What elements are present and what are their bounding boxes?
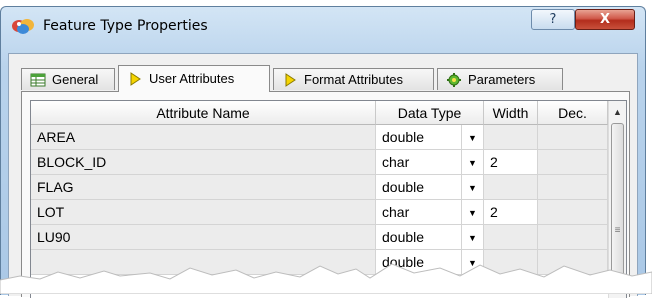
column-header-data-type[interactable]: Data Type bbox=[376, 101, 484, 125]
data-type-cell[interactable]: double bbox=[376, 175, 462, 200]
help-button[interactable]: ? bbox=[531, 9, 575, 30]
dialog-window: Feature Type Properties ? X General User bbox=[0, 6, 646, 298]
table-row[interactable]: LU90 double ▼ bbox=[31, 225, 608, 250]
attribute-name-cell[interactable]: BLOCK_ID bbox=[31, 150, 376, 175]
tab-parameters-label: Parameters bbox=[468, 72, 536, 87]
tab-parameters[interactable]: Parameters bbox=[437, 68, 563, 90]
tab-format-attributes[interactable]: Format Attributes bbox=[273, 68, 434, 90]
table-row[interactable]: LOT char ▼ 2 bbox=[31, 200, 608, 225]
column-header-dec[interactable]: Dec. bbox=[538, 101, 608, 125]
title-bar[interactable]: Feature Type Properties ? X bbox=[1, 7, 645, 47]
diamond-icon bbox=[130, 72, 141, 86]
table-row[interactable]: BLOCK_ID char ▼ 2 bbox=[31, 150, 608, 175]
chevron-down-icon[interactable]: ▼ bbox=[462, 175, 484, 200]
gear-icon bbox=[447, 73, 461, 87]
dec-cell[interactable] bbox=[538, 200, 608, 225]
width-cell[interactable] bbox=[484, 125, 538, 150]
feature-type-icon bbox=[12, 19, 34, 34]
table-row[interactable]: AREA double ▼ bbox=[31, 125, 608, 150]
data-type-cell[interactable]: char bbox=[376, 200, 462, 225]
dec-cell[interactable] bbox=[538, 125, 608, 150]
data-type-cell[interactable]: double bbox=[376, 125, 462, 150]
attribute-name-cell[interactable]: AREA bbox=[31, 125, 376, 150]
dec-cell[interactable] bbox=[538, 150, 608, 175]
width-cell[interactable]: 2 bbox=[484, 150, 538, 175]
attribute-name-cell[interactable]: LOT bbox=[31, 200, 376, 225]
width-cell[interactable] bbox=[484, 175, 538, 200]
tab-user-attributes[interactable]: User Attributes bbox=[118, 65, 270, 92]
chevron-down-icon[interactable]: ▼ bbox=[462, 125, 484, 150]
grip-icon: ≡ bbox=[614, 225, 621, 236]
close-button[interactable]: X bbox=[575, 9, 635, 30]
data-type-cell[interactable]: char bbox=[376, 150, 462, 175]
column-header-width[interactable]: Width bbox=[484, 101, 538, 125]
data-type-cell[interactable]: double bbox=[376, 225, 462, 250]
diamond-icon bbox=[285, 73, 296, 87]
table-row[interactable]: FLAG double ▼ bbox=[31, 175, 608, 200]
attribute-name-cell[interactable]: FLAG bbox=[31, 175, 376, 200]
chevron-down-icon[interactable]: ▼ bbox=[462, 225, 484, 250]
chevron-down-icon[interactable]: ▼ bbox=[462, 200, 484, 225]
tab-general-label: General bbox=[52, 72, 99, 87]
dec-cell[interactable] bbox=[538, 225, 608, 250]
tab-format-attributes-label: Format Attributes bbox=[304, 72, 403, 87]
torn-edge-decoration bbox=[0, 263, 652, 294]
attribute-name-cell[interactable]: LU90 bbox=[31, 225, 376, 250]
dec-cell[interactable] bbox=[538, 175, 608, 200]
scroll-up-arrow-icon[interactable]: ▲ bbox=[609, 101, 626, 121]
column-header-attribute-name[interactable]: Attribute Name bbox=[31, 101, 376, 125]
width-cell[interactable] bbox=[484, 225, 538, 250]
tab-general[interactable]: General bbox=[21, 68, 115, 90]
table-icon bbox=[30, 73, 46, 87]
width-cell[interactable]: 2 bbox=[484, 200, 538, 225]
window-title: Feature Type Properties bbox=[43, 18, 208, 34]
chevron-down-icon[interactable]: ▼ bbox=[462, 150, 484, 175]
tab-user-attributes-label: User Attributes bbox=[149, 71, 235, 86]
